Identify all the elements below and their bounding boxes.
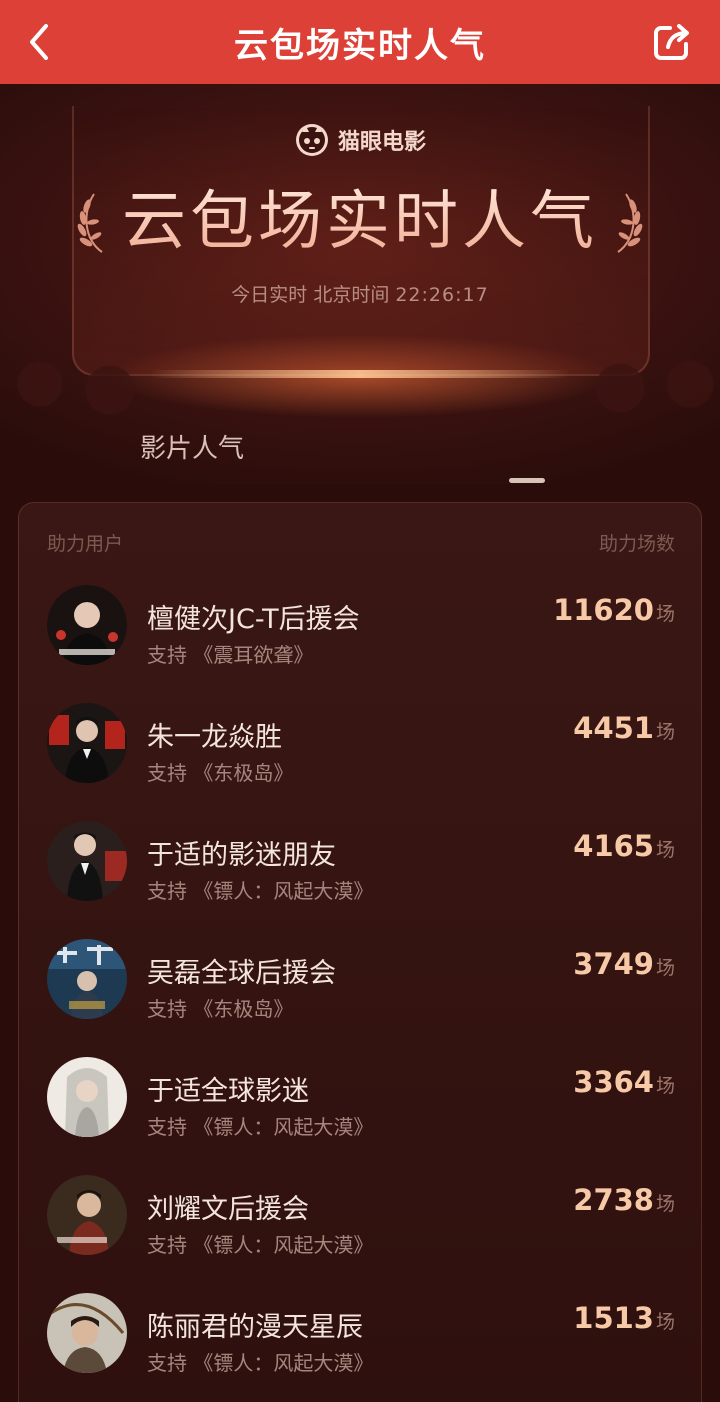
tab-bar: 影片人气 [0, 420, 720, 490]
ranking-row[interactable]: 陈丽君的漫天星辰 支持 《镖人：风起大漠》 1513 场 [19, 1293, 701, 1402]
tab-film-popularity[interactable]: 影片人气 [140, 428, 244, 465]
row-support-movie: 支持 《东极岛》 [147, 757, 293, 786]
count-unit: 场 [655, 1311, 675, 1333]
support-movie-title: 《镖人：风起大漠》 [193, 1115, 374, 1139]
support-movie-title: 《东极岛》 [193, 761, 294, 785]
ranking-row[interactable]: 朱一龙焱胜 支持 《东极岛》 4451 场 [19, 703, 701, 821]
support-movie-title: 《震耳欲聋》 [193, 643, 314, 667]
row-count: 4165 场 [573, 829, 675, 863]
stage-glow [150, 370, 570, 378]
support-prefix: 支持 [147, 1115, 187, 1139]
count-value: 3364 [573, 1065, 654, 1099]
count-value: 4451 [573, 711, 654, 745]
row-support-movie: 支持 《镖人：风起大漠》 [147, 875, 373, 904]
count-value: 11620 [553, 593, 654, 627]
support-prefix: 支持 [147, 761, 187, 785]
column-header-users: 助力用户 [47, 533, 124, 555]
support-movie-title: 《东极岛》 [193, 997, 294, 1021]
tab-active-indicator [509, 478, 545, 483]
maoyan-cat-logo-icon [295, 124, 328, 156]
back-button[interactable] [14, 14, 70, 70]
brand-name: 猫眼电影 [337, 130, 426, 155]
count-value: 4165 [573, 829, 654, 863]
page: 云包场实时人气 猫眼电影 云包场实时人气 今日实时 北京时间 22:26:17 … [0, 0, 720, 1402]
row-count: 4451 场 [573, 711, 675, 745]
row-support-movie: 支持 《镖人：风起大漠》 [147, 1347, 373, 1376]
ranking-row[interactable]: 吴磊全球后援会 支持 《东极岛》 3749 场 [19, 939, 701, 1057]
row-count: 3749 场 [573, 947, 675, 981]
realtime-clock-label: 今日实时 北京时间 [231, 284, 390, 306]
row-user-name: 陈丽君的漫天星辰 [147, 1312, 363, 1343]
row-count: 2738 场 [573, 1183, 675, 1217]
avatar [47, 1293, 127, 1373]
row-support-movie: 支持 《镖人：风起大漠》 [147, 1229, 373, 1258]
hero-title-row: 云包场实时人气 [0, 182, 720, 262]
laurel-left-icon [77, 193, 103, 253]
count-unit: 场 [655, 721, 675, 743]
share-icon [654, 24, 689, 60]
avatar [47, 821, 127, 901]
top-navbar: 云包场实时人气 [0, 0, 720, 84]
avatar [47, 585, 127, 665]
count-unit: 场 [655, 957, 675, 979]
avatar [47, 939, 127, 1019]
realtime-clock-value: 22:26:17 [395, 284, 489, 306]
support-prefix: 支持 [147, 997, 187, 1021]
row-support-movie: 支持 《镖人：风起大漠》 [147, 1111, 373, 1140]
row-support-movie: 支持 《震耳欲聋》 [147, 639, 313, 668]
ranking-row[interactable]: 于适全球影迷 支持 《镖人：风起大漠》 3364 场 [19, 1057, 701, 1175]
chevron-left-icon [30, 24, 48, 60]
ranking-card: 助力用户 助力场数 檀健次JC-T后援会 支持 《震耳欲聋》 11620 场 朱… [18, 502, 702, 1402]
hero-title: 云包场实时人气 [122, 182, 598, 262]
support-prefix: 支持 [147, 1233, 187, 1257]
support-movie-title: 《镖人：风起大漠》 [193, 1233, 374, 1257]
support-prefix: 支持 [147, 1351, 187, 1375]
count-unit: 场 [655, 603, 675, 625]
ranking-row[interactable]: 于适的影迷朋友 支持 《镖人：风起大漠》 4165 场 [19, 821, 701, 939]
count-unit: 场 [655, 1193, 675, 1215]
row-user-name: 朱一龙焱胜 [147, 722, 282, 753]
laurel-right-icon [617, 193, 643, 253]
page-title: 云包场实时人气 [234, 25, 486, 66]
share-button[interactable] [644, 14, 700, 70]
column-header-count: 助力场数 [598, 533, 675, 555]
brand: 猫眼电影 [0, 122, 720, 158]
count-value: 1513 [573, 1301, 654, 1335]
count-unit: 场 [655, 1075, 675, 1097]
row-user-name: 于适的影迷朋友 [147, 840, 336, 871]
count-value: 3749 [573, 947, 654, 981]
ranking-row[interactable]: 檀健次JC-T后援会 支持 《震耳欲聋》 11620 场 [19, 585, 701, 703]
ranking-row[interactable]: 刘耀文后援会 支持 《镖人：风起大漠》 2738 场 [19, 1175, 701, 1293]
row-count: 11620 场 [553, 593, 675, 627]
support-prefix: 支持 [147, 879, 187, 903]
count-value: 2738 [573, 1183, 654, 1217]
support-movie-title: 《镖人：风起大漠》 [193, 879, 374, 903]
avatar [47, 703, 127, 783]
row-count: 1513 场 [573, 1301, 675, 1335]
support-movie-title: 《镖人：风起大漠》 [193, 1351, 374, 1375]
avatar [47, 1057, 127, 1137]
realtime-clock: 今日实时 北京时间 22:26:17 [0, 280, 720, 307]
count-unit: 场 [655, 839, 675, 861]
avatar [47, 1175, 127, 1255]
row-count: 3364 场 [573, 1065, 675, 1099]
row-user-name: 吴磊全球后援会 [147, 958, 336, 989]
row-user-name: 檀健次JC-T后援会 [147, 604, 360, 635]
support-prefix: 支持 [147, 643, 187, 667]
row-user-name: 刘耀文后援会 [147, 1194, 309, 1225]
row-user-name: 于适全球影迷 [147, 1076, 309, 1107]
row-support-movie: 支持 《东极岛》 [147, 993, 293, 1022]
